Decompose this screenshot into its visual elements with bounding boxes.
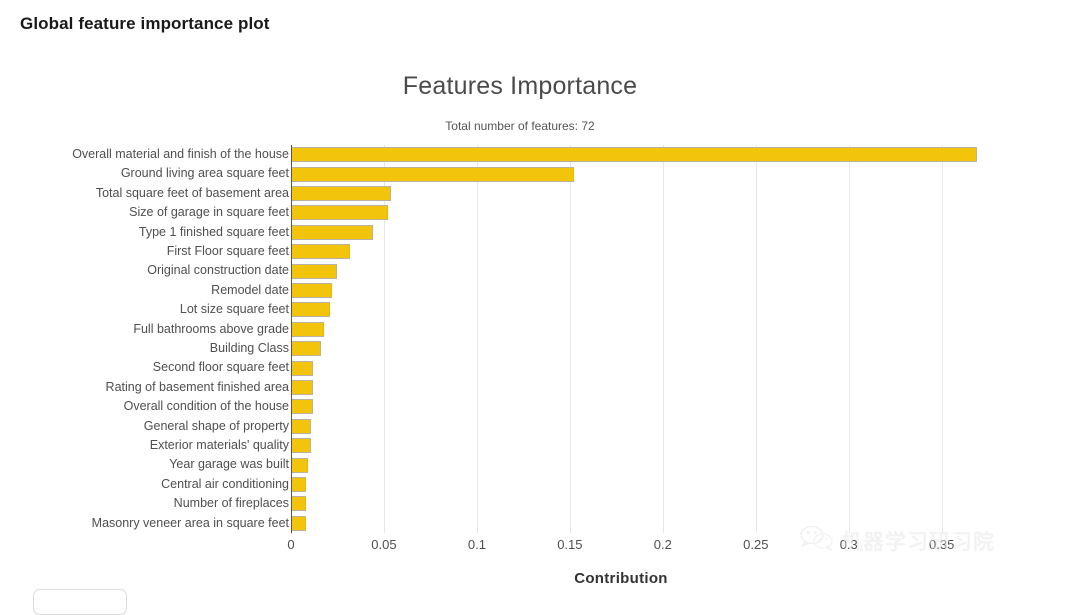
- feature-importance-bar[interactable]: [291, 321, 325, 337]
- y-axis-category-label: Rating of basement finished area: [105, 379, 289, 394]
- y-axis-category-label: Year garage was built: [169, 457, 289, 472]
- feature-importance-chart: Features Importance Total number of feat…: [0, 48, 1080, 601]
- x-tick-label: 0.25: [743, 537, 769, 552]
- feature-importance-bar[interactable]: [291, 147, 978, 163]
- feature-importance-bar[interactable]: [291, 244, 351, 260]
- feature-importance-bar[interactable]: [291, 224, 373, 240]
- bar-row: Ground living area square feet: [121, 164, 951, 183]
- y-axis-category-label: Size of garage in square feet: [129, 205, 289, 220]
- feature-importance-bar[interactable]: [291, 515, 306, 531]
- bottom-left-control[interactable]: [33, 589, 127, 615]
- bar-row: Second floor square feet: [153, 358, 951, 377]
- x-tick-label: 0.05: [371, 537, 397, 552]
- y-axis-category-label: Number of fireplaces: [173, 496, 289, 511]
- feature-importance-bar[interactable]: [291, 360, 314, 376]
- feature-importance-bar[interactable]: [291, 476, 306, 492]
- bar-row: Remodel date: [211, 281, 951, 300]
- bar-row: Lot size square feet: [180, 300, 951, 319]
- bar-row: Exterior materials' quality: [150, 436, 951, 455]
- chart-subtitle: Total number of features: 72: [445, 119, 595, 133]
- bar-row: First Floor square feet: [167, 242, 951, 261]
- y-axis-category-label: Ground living area square feet: [120, 166, 289, 181]
- bar-row: Type 1 finished square feet: [139, 223, 951, 242]
- feature-importance-bar[interactable]: [291, 166, 574, 182]
- feature-importance-bar[interactable]: [291, 379, 314, 395]
- y-axis-category-label: First Floor square feet: [166, 244, 289, 258]
- y-axis-category-label: Exterior materials' quality: [149, 438, 289, 452]
- y-axis-category-label: Original construction date: [147, 263, 289, 278]
- feature-importance-bar[interactable]: [291, 185, 392, 201]
- feature-importance-bar[interactable]: [291, 205, 388, 221]
- y-axis-category-label: Second floor square feet: [152, 360, 289, 375]
- bar-row: Building Class: [210, 339, 951, 358]
- bar-row: Rating of basement finished area: [106, 378, 951, 397]
- feature-importance-bar[interactable]: [291, 263, 338, 279]
- feature-importance-bar[interactable]: [291, 438, 312, 454]
- plot-area: 0 0.05 0.1 0.15 0.2 0.25 0.3 0.35 Overall materi…: [72, 145, 978, 552]
- y-axis-category-label: Remodel date: [211, 282, 289, 297]
- feature-importance-bar[interactable]: [291, 496, 306, 512]
- y-axis-category-label: Total square feet of basement area: [95, 185, 289, 200]
- bar-row: Total square feet of basement area: [96, 184, 951, 203]
- feature-importance-bar[interactable]: [291, 418, 312, 434]
- bar-row: Size of garage in square feet: [129, 203, 951, 222]
- feature-importance-bar[interactable]: [291, 282, 332, 298]
- page-title: Global feature importance plot: [20, 14, 270, 33]
- bar-row: Overall material and finish of the house: [72, 145, 978, 164]
- x-tick-label: 0.3: [839, 537, 858, 552]
- gridline-0: [291, 145, 292, 533]
- bar-row: Masonry veneer area in square feet: [92, 514, 951, 533]
- chart-title: Features Importance: [402, 72, 638, 100]
- bar-row: Full bathrooms above grade: [133, 320, 951, 339]
- x-tick-label: 0.1: [467, 537, 486, 552]
- x-axis-label: Contribution: [574, 570, 668, 587]
- y-axis-category-label: Lot size square feet: [179, 302, 289, 317]
- feature-importance-bar[interactable]: [291, 302, 331, 318]
- y-axis-category-label: Overall material and finish of the house: [72, 147, 289, 161]
- feature-importance-bar[interactable]: [291, 341, 321, 357]
- bar-row: Original construction date: [147, 261, 951, 280]
- x-tick-label: 0: [287, 537, 295, 552]
- bar-row: Year garage was built: [169, 455, 951, 474]
- y-axis-category-label: Central air conditioning: [161, 476, 289, 491]
- y-axis-category-label: General shape of property: [143, 418, 289, 433]
- x-tick-label: 0.15: [557, 537, 583, 552]
- y-axis-category-label: Masonry veneer area in square feet: [91, 515, 289, 530]
- y-axis-category-label: Building Class: [209, 341, 289, 355]
- y-axis-category-label: Overall condition of the house: [123, 399, 289, 414]
- bar-row: Number of fireplaces: [174, 494, 951, 513]
- x-tick-label: 0.35: [929, 537, 955, 552]
- bar-row: Central air conditioning: [161, 475, 951, 494]
- bar-row: Overall condition of the house: [124, 397, 951, 416]
- bar-row: General shape of property: [144, 417, 951, 436]
- x-tick-label: 0.2: [653, 537, 672, 552]
- feature-importance-bar[interactable]: [291, 457, 308, 473]
- feature-importance-bar[interactable]: [291, 399, 314, 415]
- y-axis-category-label: Full bathrooms above grade: [133, 321, 289, 336]
- y-axis-category-label: Type 1 finished square feet: [138, 224, 289, 239]
